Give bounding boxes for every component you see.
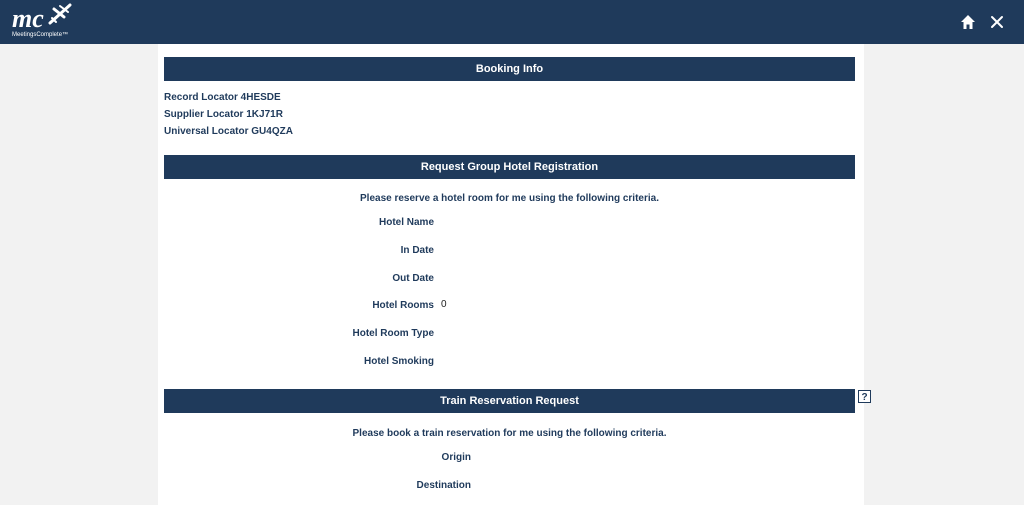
- hotel-room-type-label: Hotel Room Type: [352, 328, 434, 339]
- hotel-rooms-label: Hotel Rooms: [372, 300, 434, 311]
- out-date-label: Out Date: [392, 273, 434, 284]
- meetingscomplete-logo[interactable]: mc MeetingsComplete™: [8, 3, 78, 41]
- hotel-intro-text: Please reserve a hotel room for me using…: [360, 193, 659, 204]
- supplier-locator: Supplier Locator 1KJ71R: [164, 109, 283, 120]
- logo-mark: mc: [12, 4, 44, 33]
- booking-info-header: Booking Info: [164, 57, 855, 81]
- train-reservation-header: Train Reservation Request: [164, 389, 855, 413]
- train-intro-text: Please book a train reservation for me u…: [352, 428, 667, 439]
- hotel-rooms-value: 0: [441, 299, 447, 310]
- hotel-smoking-label: Hotel Smoking: [363, 356, 434, 367]
- record-locator: Record Locator 4HESDE: [164, 92, 281, 103]
- main-content: Booking Info Record Locator 4HESDE Suppl…: [158, 44, 864, 505]
- airplane-icon: [48, 3, 72, 25]
- universal-locator: Universal Locator GU4QZA: [164, 126, 293, 137]
- home-icon[interactable]: [958, 12, 978, 32]
- destination-label: Destination: [416, 480, 471, 491]
- close-icon[interactable]: [987, 12, 1007, 32]
- hotel-name-label: Hotel Name: [378, 217, 434, 228]
- help-icon[interactable]: ?: [858, 390, 871, 403]
- logo-subtext: MeetingsComplete™: [12, 32, 69, 38]
- origin-label: Origin: [441, 452, 471, 463]
- in-date-label: In Date: [400, 245, 434, 256]
- top-bar: mc MeetingsComplete™: [0, 0, 1024, 44]
- hotel-registration-header: Request Group Hotel Registration: [164, 155, 855, 179]
